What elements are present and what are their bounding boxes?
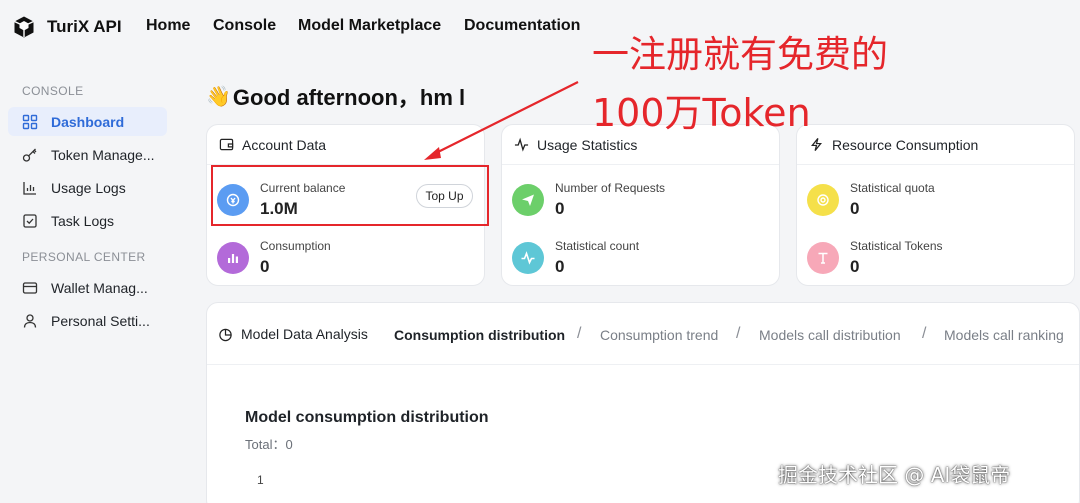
stat-statistical-quota: Statistical quota 0 [807,181,935,219]
stat-consumption: Consumption 0 [217,239,331,277]
card-title: Resource Consumption [832,136,979,153]
greeting-text: Good afternoon，hm l [232,85,466,110]
sidebar-item-task-logs[interactable]: Task Logs [8,206,167,235]
sidebar-item-usage-logs[interactable]: Usage Logs [8,173,167,202]
user-icon [23,313,37,328]
turix-logo-icon [14,16,34,38]
stat-number-of-requests: Number of Requests 0 [512,181,665,219]
chart-title: Model consumption distribution [245,409,489,426]
tab-separator: / [736,325,741,342]
tab-consumption-trend[interactable]: Consumption trend [600,327,718,343]
nav-console[interactable]: Console [213,17,276,35]
wallet-icon [22,281,38,294]
top-nav: TuriX API Home Console Model Marketplace… [0,0,1080,54]
card-header: Account Data [207,125,484,165]
sidebar-item-wallet-management[interactable]: Wallet Manag... [8,273,167,302]
nav-model-marketplace[interactable]: Model Marketplace [298,17,441,35]
nav-home[interactable]: Home [146,17,190,35]
annotation-highlight-box [211,165,489,226]
pulse-icon [512,242,544,274]
waving-hand-icon: 👋 [206,85,231,108]
sidebar-item-label: Personal Setti... [51,312,150,329]
sidebar-item-label: Task Logs [51,212,115,229]
stat-value: 0 [260,257,270,276]
tab-separator: / [922,325,927,342]
coin-icon [807,184,839,216]
stat-label: Statistical quota [850,181,935,195]
card-header: Resource Consumption [797,125,1074,165]
sidebar-section-personal-center: PERSONAL CENTER [22,250,146,264]
tab-models-call-distribution[interactable]: Models call distribution [759,327,901,343]
panel-title: Model Data Analysis [218,326,368,342]
brand[interactable]: TuriX API [12,15,122,39]
nav-documentation[interactable]: Documentation [464,17,580,35]
stat-label: Statistical count [555,239,640,253]
chart-total: Total：0 [245,437,293,452]
annotation-line-2: 100万Token [592,91,811,135]
sidebar-item-label: Wallet Manag... [51,279,148,296]
sidebar-item-label: Dashboard [51,113,125,130]
pie-chart-icon [219,328,232,341]
card-title: Usage Statistics [537,136,638,153]
sidebar-item-token-management[interactable]: Token Manage... [8,140,167,169]
chart-y-tick: 1 [257,473,264,487]
sidebar-item-dashboard[interactable]: Dashboard [8,107,167,136]
stat-value: 0 [850,257,860,276]
sidebar-item-label: Token Manage... [51,146,155,163]
panel-header: Model Data Analysis Consumption distribu… [207,303,1079,365]
bar-chart-icon [23,181,36,195]
annotation-line-1: 一注册就有免费的 [592,33,888,76]
stat-label: Statistical Tokens [850,239,943,253]
usage-statistics-card: Usage Statistics Number of Requests 0 St… [501,124,780,286]
checklist-icon [23,213,37,228]
pulse-icon [514,137,529,152]
dashboard-icon [22,114,38,129]
tab-separator: / [577,325,582,342]
bolt-icon [811,138,822,151]
sidebar-item-label: Usage Logs [51,179,126,196]
stat-value: 0 [555,257,565,276]
stat-statistical-count: Statistical count 0 [512,239,639,277]
text-icon [807,242,839,274]
wallet-card-icon [219,138,234,151]
panel-title-text: Model Data Analysis [241,326,368,342]
resource-consumption-card: Resource Consumption Statistical quota 0… [796,124,1075,286]
send-icon [512,184,544,216]
bar-chart-icon [217,242,249,274]
tab-models-call-ranking[interactable]: Models call ranking [944,327,1064,343]
greeting: 👋 Good afternoon，hm l [206,80,465,112]
sidebar-section-console: CONSOLE [22,84,84,98]
sidebar-item-personal-settings[interactable]: Personal Setti... [8,306,167,335]
brand-name: TuriX API [47,17,122,36]
stat-label: Number of Requests [555,181,666,195]
tab-consumption-distribution[interactable]: Consumption distribution [394,327,565,343]
stat-value: 0 [555,199,565,218]
key-icon [22,148,37,162]
stat-label: Consumption [260,239,331,253]
card-title: Account Data [242,136,327,153]
watermark: 掘金技术社区 @ AI袋鼠帝 [778,463,1011,487]
stat-value: 0 [850,199,860,218]
stat-statistical-tokens: Statistical Tokens 0 [807,239,943,277]
